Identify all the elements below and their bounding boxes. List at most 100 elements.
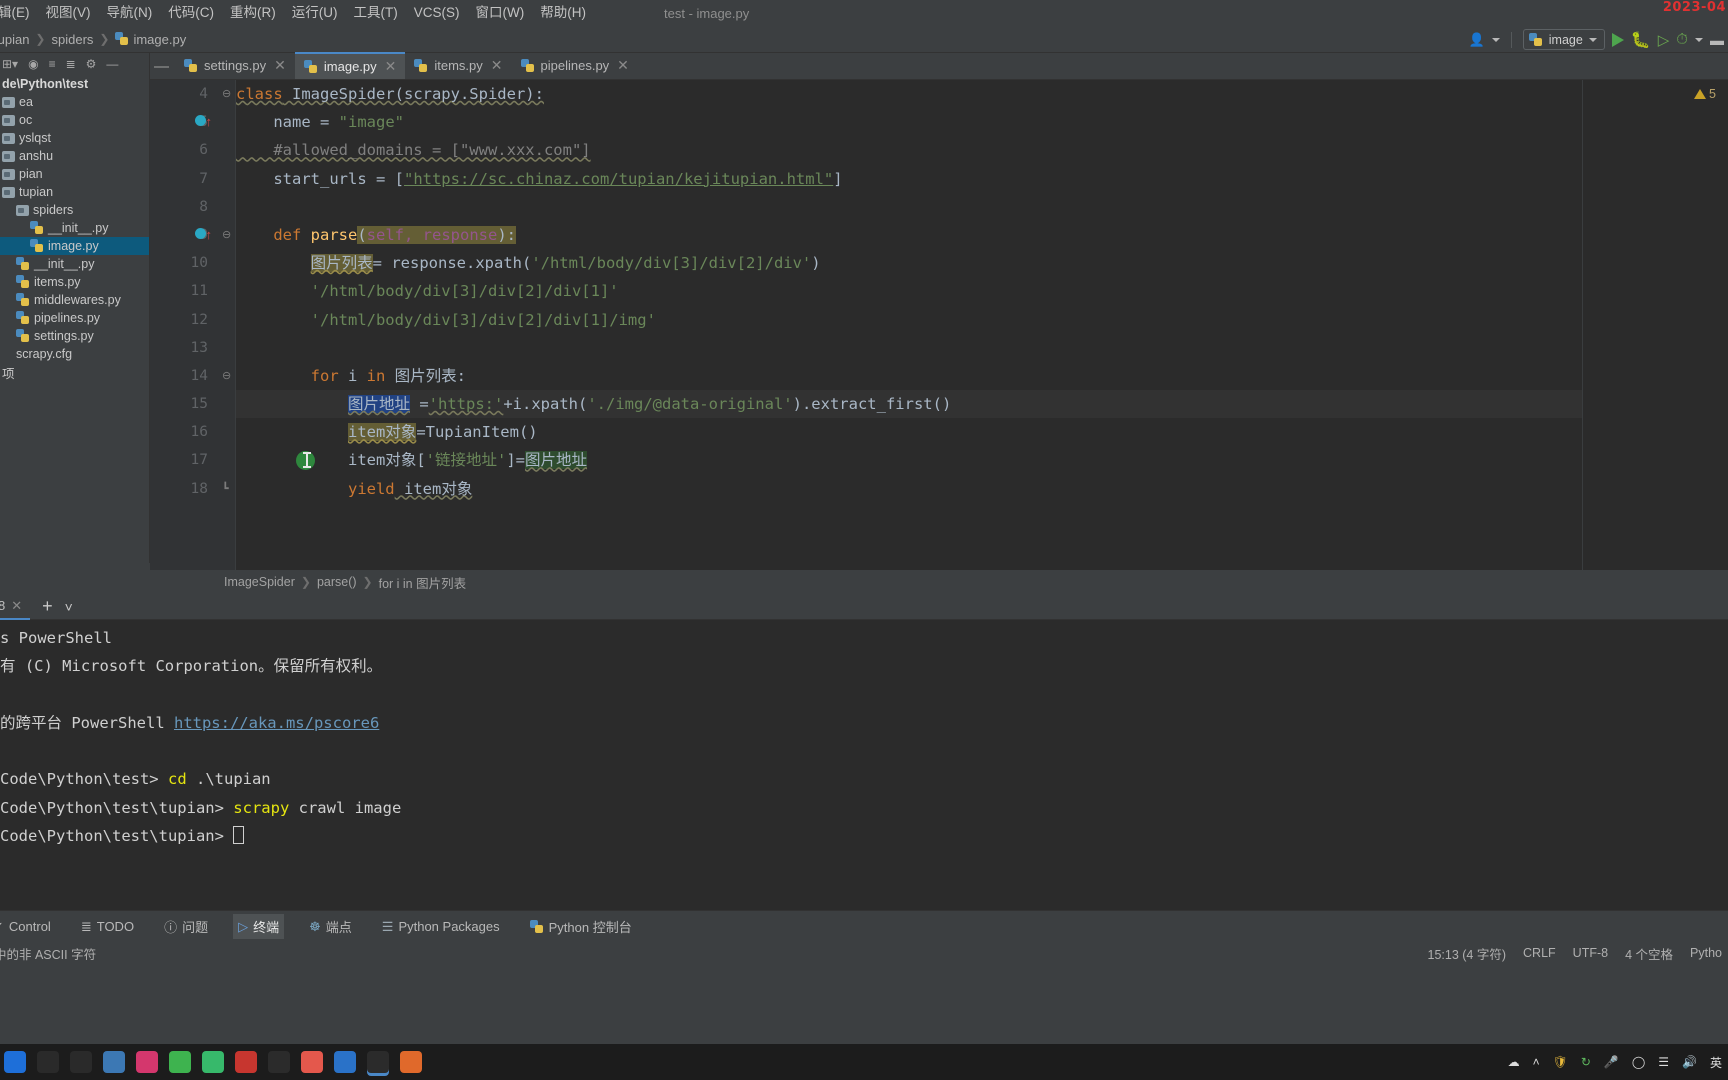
breadcrumb-for-loop[interactable]: for i in 图片列表 — [379, 573, 467, 592]
locate-icon[interactable]: ◉ — [28, 57, 38, 71]
fold-row[interactable] — [218, 249, 235, 277]
gutter-row[interactable]: 16 — [150, 418, 218, 446]
cloud-icon[interactable]: ☁ — [1508, 1055, 1520, 1069]
circle-icon[interactable]: ◯ — [1632, 1055, 1645, 1069]
gutter-row[interactable]: 5↑ — [150, 108, 218, 136]
fold-row[interactable] — [218, 277, 235, 305]
editor-code-area[interactable]: class ImageSpider(scrapy.Spider): name =… — [236, 80, 1582, 570]
mic-icon[interactable]: 🎤 — [1604, 1055, 1619, 1069]
menu-vcs[interactable]: VCS(S) — [406, 0, 468, 26]
project-root[interactable]: de\Python\test — [0, 75, 149, 93]
menu-navigate[interactable]: 导航(N) — [99, 0, 161, 26]
debug-button[interactable]: 🐛 — [1631, 30, 1651, 50]
code-line-13[interactable] — [236, 334, 1582, 362]
code-line-9[interactable]: def parse(self, response): — [236, 221, 1582, 249]
breakpoint-icon[interactable]: ↑ — [194, 221, 212, 249]
editor-fold-column[interactable]: ⊖ ⊖ ⊖ ┗ — [218, 80, 236, 570]
terminal-output[interactable]: s PowerShell 有 (C) Microsoft Corporation… — [0, 620, 1728, 910]
fold-collapse-icon[interactable]: ⊖ — [222, 362, 231, 390]
search-icon[interactable] — [37, 1051, 59, 1073]
chevron-down-icon[interactable] — [1695, 37, 1703, 42]
run-configuration-selector[interactable]: image — [1522, 29, 1605, 50]
tree-item-settingspy[interactable]: settings.py — [0, 327, 149, 345]
fold-row[interactable] — [218, 136, 235, 164]
pycharm-icon[interactable] — [367, 1051, 389, 1073]
breadcrumb-image-py[interactable]: image.py — [133, 32, 186, 47]
tree-item-initpy[interactable]: __init__.py — [0, 219, 149, 237]
code-line-10[interactable]: 图片列表= response.xpath('/html/body/div[3]/… — [236, 249, 1582, 277]
terminal-input-line[interactable]: Code\Python\test\tupian> — [0, 822, 1728, 850]
start-icon[interactable] — [4, 1051, 26, 1073]
indent-setting[interactable]: 4 个空格 — [1625, 944, 1673, 963]
close-icon[interactable]: ✕ — [617, 57, 629, 74]
tree-item-pipelinespy[interactable]: pipelines.py — [0, 309, 149, 327]
breadcrumb-tupian[interactable]: tupian — [0, 32, 29, 47]
qq-icon[interactable] — [202, 1051, 224, 1073]
code-line-16[interactable]: item对象=TupianItem() — [236, 418, 1582, 446]
fold-row[interactable]: ┗ — [218, 475, 235, 503]
close-icon[interactable]: ✕ — [385, 58, 397, 75]
plus-icon[interactable]: + — [30, 596, 65, 617]
taskview-icon[interactable] — [70, 1051, 92, 1073]
breadcrumb-spiders[interactable]: spiders — [51, 32, 93, 47]
tool-python-console[interactable]: Python 控制台 — [525, 914, 637, 939]
chevron-up-icon[interactable]: ˄ — [1533, 1055, 1540, 1069]
run-button[interactable] — [1611, 32, 1624, 47]
line-separator[interactable]: CRLF — [1523, 946, 1556, 960]
gutter-row[interactable]: 13 — [150, 334, 218, 362]
gutter-row[interactable]: 10 — [150, 249, 218, 277]
code-line-17[interactable]: item对象['链接地址']=图片地址 — [236, 446, 1582, 474]
gutter-row[interactable]: 11 — [150, 277, 218, 305]
close-icon[interactable]: ✕ — [11, 598, 22, 614]
fold-row[interactable]: ⊖ — [218, 80, 235, 108]
fold-row[interactable] — [218, 306, 235, 334]
pscore6-link[interactable]: https://aka.ms/pscore6 — [174, 714, 379, 732]
gutter-row[interactable]: 6 — [150, 136, 218, 164]
code-line-5[interactable]: name = "image" — [236, 108, 1582, 136]
tab-pipelines-py[interactable]: pipelines.py ✕ — [512, 52, 638, 79]
fold-row[interactable] — [218, 390, 235, 418]
menu-code[interactable]: 代码(C) — [160, 0, 222, 26]
tree-item-initpy[interactable]: __init__.py — [0, 255, 149, 273]
gutter-row[interactable]: 8 — [150, 193, 218, 221]
code-line-18[interactable]: yield item对象 — [236, 475, 1582, 503]
gutter-row[interactable]: 9↑ — [150, 221, 218, 249]
code-line-6[interactable]: #allowed_domains = ["www.xxx.com"] — [236, 136, 1582, 164]
tree-item-anshu[interactable]: anshu — [0, 147, 149, 165]
breakpoint-icon[interactable]: ↑ — [194, 108, 212, 136]
fold-row[interactable]: ⊖ — [218, 362, 235, 390]
gutter-row[interactable]: 17 — [150, 446, 218, 474]
tab-items-py[interactable]: items.py ✕ — [405, 52, 511, 79]
code-line-11[interactable]: '/html/body/div[3]/div[2]/div[1]' — [236, 277, 1582, 305]
code-line-14[interactable]: for i in 图片列表: — [236, 362, 1582, 390]
menu-refactor[interactable]: 重构(R) — [222, 0, 284, 26]
file-encoding[interactable]: UTF-8 — [1573, 946, 1608, 960]
python-interpreter[interactable]: Pytho — [1690, 946, 1722, 960]
coverage-button[interactable]: ▷ — [1658, 31, 1670, 49]
code-line-4[interactable]: class ImageSpider(scrapy.Spider): — [236, 80, 1582, 108]
tree-item-spiders[interactable]: spiders — [0, 201, 149, 219]
token-url-string[interactable]: "https://sc.chinaz.com/tupian/kejitupian… — [404, 170, 833, 188]
shield-icon[interactable]: 🛡 — [1553, 1055, 1568, 1069]
menu-view[interactable]: 视图(V) — [38, 0, 99, 26]
code-editor[interactable]: 45↑6789↑101112131415161718 ⊖⊖⊖┗ class Im… — [150, 80, 1728, 570]
profile-button[interactable]: ⏱ — [1676, 31, 1688, 48]
hide-icon[interactable]: — — [106, 57, 118, 71]
expand-all-icon[interactable]: ≣ — [66, 57, 76, 71]
gutter-row[interactable]: 12 — [150, 306, 218, 334]
chevron-down-icon[interactable] — [1491, 37, 1500, 42]
terminal-tab[interactable]: 8 ✕ — [0, 594, 31, 620]
fold-row[interactable] — [218, 334, 235, 362]
inspection-status[interactable]: 5 — [1694, 87, 1716, 101]
code-line-8[interactable] — [236, 193, 1582, 221]
fold-collapse-icon[interactable]: ⊖ — [222, 80, 231, 108]
code-line-12[interactable]: '/html/body/div[3]/div[2]/div[1]/img' — [236, 306, 1582, 334]
tree-item-ea[interactable]: ea — [0, 93, 149, 111]
tree-item-tupian[interactable]: tupian — [0, 183, 149, 201]
menu-help[interactable]: 帮助(H) — [532, 0, 594, 26]
hide-panel-icon[interactable]: — — [150, 58, 175, 79]
gutter-row[interactable]: 14 — [150, 362, 218, 390]
explorer-icon[interactable] — [103, 1051, 125, 1073]
tool-python-packages[interactable]: ☰ Python Packages — [377, 916, 505, 938]
fold-row[interactable] — [218, 418, 235, 446]
